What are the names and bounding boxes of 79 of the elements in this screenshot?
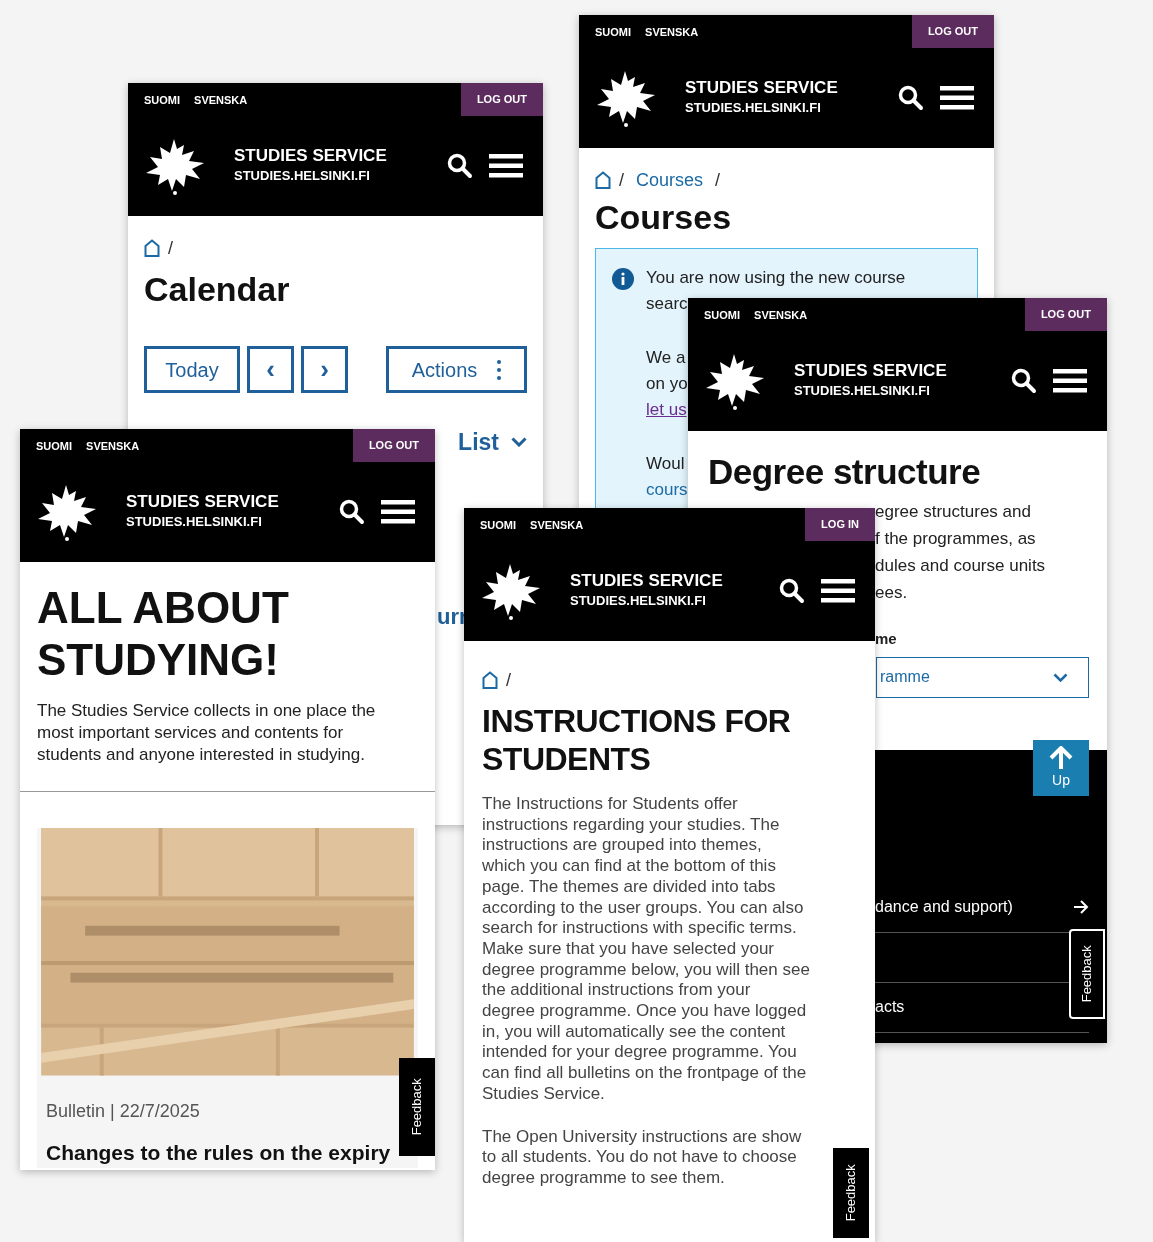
programme-select[interactable]: ramme	[876, 656, 1089, 698]
page-heading: Calendar	[144, 269, 291, 310]
feedback-tab[interactable]: Feedback	[399, 1058, 435, 1156]
notice-text: We a	[646, 347, 686, 369]
account-button[interactable]: LOG IN	[805, 508, 875, 541]
site-title: STUDIES SERVICE	[685, 78, 839, 98]
intro-text: egree structures and f the programmes, as dules and course units ees.	[875, 501, 1047, 604]
menu-icon[interactable]	[940, 85, 974, 111]
breadcrumb-separator: /	[715, 168, 721, 192]
search-icon[interactable]	[779, 578, 805, 604]
notice-text: You are now using the new course	[646, 267, 906, 289]
language-link[interactable]: SUOMI	[144, 92, 181, 109]
language-link[interactable]: SVENSKA	[645, 24, 699, 41]
notice-text: on yo	[646, 373, 688, 395]
chevron-down-icon	[511, 437, 527, 448]
news-title: Changes to the rules on the expiry	[45, 1139, 392, 1166]
site-address: STUDIES.HELSINKI.FI	[234, 167, 371, 185]
page-heading: INSTRUCTIONS FOR STUDENTS	[482, 702, 792, 778]
info-icon	[612, 268, 634, 290]
arrow-up-icon	[1048, 745, 1074, 770]
menu-icon[interactable]	[381, 499, 415, 525]
language-link[interactable]: SUOMI	[704, 307, 741, 324]
home-icon[interactable]	[595, 171, 611, 189]
language-link[interactable]: SUOMI	[595, 24, 632, 41]
menu-icon[interactable]	[1053, 368, 1087, 394]
site-address: STUDIES.HELSINKI.FI	[685, 99, 822, 117]
search-icon[interactable]	[339, 499, 365, 525]
field-label: me	[875, 629, 898, 649]
site-address: STUDIES.HELSINKI.FI	[126, 513, 263, 531]
arrow-right-icon	[1073, 900, 1089, 914]
breadcrumb-separator: /	[168, 236, 173, 260]
language-link[interactable]: SVENSKA	[86, 438, 140, 455]
body-text: The Instructions for Students offer instructions regarding your studies. The instructions are grouped into themes, which you can find at the bottom of this page. The themes are divided into tabs according to the user groups. You can also search for instructions with specific terms. Make sure that you have selected your degree programme below, you will then see the additional instructions from your degree programme. Once you have logged in, you will automatically see the content intended for your degree programme. You can find all bulletins on the frontpage of the Studies Service.	[482, 794, 811, 1105]
page-heading: Degree structure	[707, 451, 982, 493]
account-button[interactable]: LOG OUT	[352, 429, 435, 462]
next-button[interactable]: ›	[301, 346, 348, 393]
language-link[interactable]: SVENSKA	[194, 92, 248, 109]
breadcrumb-link[interactable]: Courses	[632, 166, 708, 194]
footer-link[interactable]: dance and support)	[875, 895, 1013, 919]
notice-link[interactable]: cours	[646, 477, 688, 503]
feedback-tab[interactable]: Feedback	[833, 1148, 869, 1238]
menu-icon[interactable]	[821, 578, 855, 604]
today-button[interactable]: Today	[144, 346, 240, 393]
search-icon[interactable]	[898, 85, 924, 111]
notice-text: Woul	[646, 453, 685, 475]
language-link[interactable]: SVENSKA	[754, 307, 808, 324]
language-link[interactable]: SUOMI	[36, 438, 73, 455]
heading-fragment: urr	[437, 603, 468, 629]
breadcrumb-separator: /	[506, 668, 511, 692]
search-icon[interactable]	[447, 153, 473, 179]
site-title: STUDIES SERVICE	[126, 492, 280, 512]
page-heading: Courses	[595, 197, 733, 238]
language-link[interactable]: SVENSKA	[530, 517, 584, 534]
language-link[interactable]: SUOMI	[480, 517, 517, 534]
breadcrumb-separator: /	[619, 168, 624, 192]
feedback-tab[interactable]: Feedback	[1069, 929, 1105, 1019]
footer-link[interactable]: acts	[875, 995, 905, 1019]
more-icon	[497, 359, 502, 380]
home-icon[interactable]	[144, 239, 160, 257]
site-title: STUDIES SERVICE	[234, 146, 388, 166]
back-to-top-button[interactable]: Up	[1033, 740, 1089, 796]
intro-text: The Studies Service collects in one place the most important services and contents for students and anyone interested in studying.	[36, 700, 377, 766]
menu-icon[interactable]	[489, 153, 523, 179]
account-button[interactable]: LOG OUT	[460, 83, 543, 116]
site-title: STUDIES SERVICE	[570, 571, 724, 591]
home-icon[interactable]	[482, 671, 498, 689]
account-button[interactable]: LOG OUT	[1024, 298, 1107, 331]
notice-link[interactable]: let us	[646, 397, 687, 423]
notice-text: searc	[646, 293, 688, 315]
previous-button[interactable]: ‹	[247, 346, 294, 393]
site-address: STUDIES.HELSINKI.FI	[794, 382, 931, 400]
search-icon[interactable]	[1011, 368, 1037, 394]
site-address: STUDIES.HELSINKI.FI	[570, 592, 707, 610]
page-heading: ALL ABOUT STUDYING!	[36, 582, 290, 686]
site-title: STUDIES SERVICE	[794, 361, 948, 381]
actions-button[interactable]: Actions	[386, 346, 527, 393]
chevron-down-icon	[1053, 672, 1068, 682]
view-dropdown[interactable]: List	[458, 425, 527, 460]
account-button[interactable]: LOG OUT	[911, 15, 994, 48]
